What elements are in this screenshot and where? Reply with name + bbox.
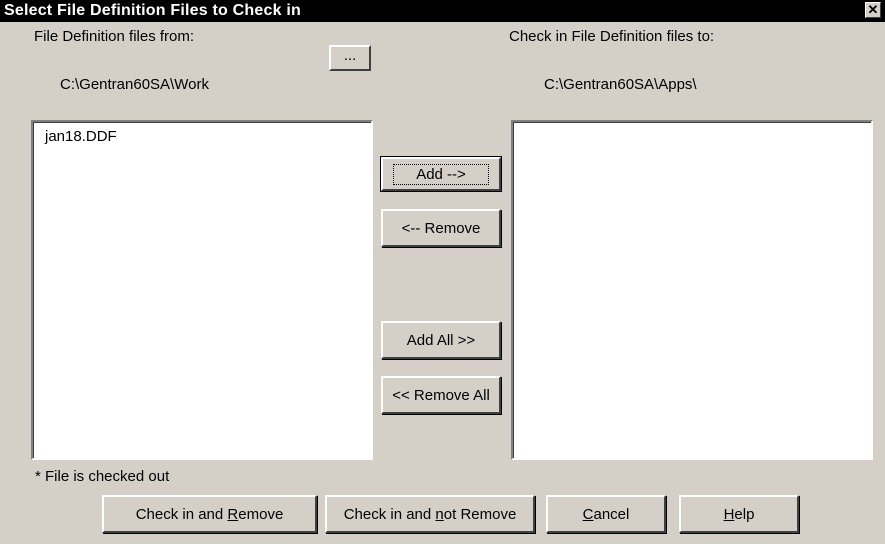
window-title: Select File Definition Files to Check in	[4, 2, 301, 19]
title-bar: Select File Definition Files to Check in…	[0, 0, 885, 22]
cancel-button[interactable]: Cancel	[546, 495, 666, 533]
browse-button-label: ...	[343, 46, 357, 64]
check-in-and-remove-button[interactable]: Check in and Remove	[102, 495, 317, 533]
help-button[interactable]: Help	[679, 495, 799, 533]
add-all-button-label: Add All >>	[406, 331, 476, 349]
cancel-button-label: Cancel	[582, 505, 630, 523]
destination-file-list[interactable]	[511, 120, 873, 460]
destination-path: C:\Gentran60SA\Apps\	[544, 76, 697, 93]
check-in-and-not-remove-label: Check in and not Remove	[343, 505, 517, 523]
add-all-button[interactable]: Add All >>	[381, 321, 501, 359]
check-in-and-remove-label: Check in and Remove	[135, 505, 284, 523]
destination-label: Check in File Definition files to:	[509, 28, 715, 45]
help-button-label: Help	[723, 505, 755, 523]
checked-out-note: * File is checked out	[35, 468, 170, 485]
source-file-list[interactable]: jan18.DDF	[31, 120, 373, 460]
list-item[interactable]: jan18.DDF	[45, 128, 117, 145]
browse-button[interactable]: ...	[329, 45, 371, 71]
remove-all-button[interactable]: << Remove All	[381, 376, 501, 414]
close-icon: ✕	[867, 2, 879, 17]
add-button-label: Add -->	[393, 163, 489, 185]
remove-button-label: <-- Remove	[401, 219, 481, 237]
close-button[interactable]: ✕	[865, 2, 881, 18]
check-in-and-not-remove-button[interactable]: Check in and not Remove	[325, 495, 535, 533]
add-button[interactable]: Add -->	[380, 156, 502, 192]
source-label: File Definition files from:	[34, 28, 195, 45]
remove-button[interactable]: <-- Remove	[381, 209, 501, 247]
remove-all-button-label: << Remove All	[392, 386, 490, 404]
source-path: C:\Gentran60SA\Work	[60, 76, 209, 93]
